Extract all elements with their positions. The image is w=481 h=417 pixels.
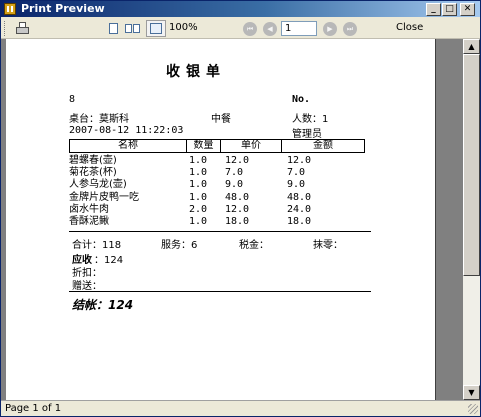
item-qty: 1.0 xyxy=(189,216,208,227)
column-amount-header: 金额 xyxy=(313,140,333,151)
item-name: 卤水牛肉 xyxy=(69,203,109,215)
status-bar: Page 1 of 1 xyxy=(1,400,480,416)
service-label: 服务：6 xyxy=(161,240,198,251)
column-price-header: 单价 xyxy=(241,140,261,151)
item-row: 碧螺春(壶) 1.0 12.0 12.0 xyxy=(6,155,436,167)
last-page-button[interactable]: ⏭ xyxy=(343,22,357,36)
item-price: 18.0 xyxy=(225,216,250,227)
item-price: 12.0 xyxy=(225,203,250,215)
divider-line xyxy=(69,291,371,292)
item-price: 7.0 xyxy=(225,167,244,179)
meal-label: 中餐 xyxy=(211,114,231,125)
item-amount: 24.0 xyxy=(287,203,312,215)
vertical-scrollbar[interactable]: ▲ ▼ xyxy=(463,39,480,400)
item-amount: 18.0 xyxy=(287,216,312,227)
minimize-button[interactable]: _ xyxy=(426,3,441,16)
preview-area: 收银单 8 No. 桌台：莫斯科 中餐 人数：1 2007-08-12 11:2… xyxy=(1,39,463,400)
first-page-button[interactable]: ⏮ xyxy=(243,22,257,36)
print-button[interactable] xyxy=(12,20,32,37)
page-number-input[interactable]: 1 xyxy=(281,21,317,36)
toolbar-grip[interactable] xyxy=(4,21,6,36)
divider-line xyxy=(69,231,371,232)
item-name: 菊花茶(杯) xyxy=(69,167,117,179)
title-bar: Print Preview _ □ ✕ xyxy=(1,1,480,17)
preview-page: 收银单 8 No. 桌台：莫斯科 中餐 人数：1 2007-08-12 11:2… xyxy=(6,39,436,400)
scroll-up-button[interactable]: ▲ xyxy=(463,39,480,54)
receipt-datetime: 2007-08-12 11:22:03 xyxy=(69,125,184,136)
gift-label: 赠送： xyxy=(72,281,102,292)
operator-label: 管理员 xyxy=(292,129,322,140)
close-window-button[interactable]: ✕ xyxy=(460,3,475,16)
rounding-label: 抹零： xyxy=(313,240,343,251)
item-price: 48.0 xyxy=(225,191,250,203)
zoom-level[interactable]: 100% xyxy=(169,22,198,33)
toolbar: 100% ⏮ ◀ 1 ▶ ⏭ Close xyxy=(1,18,480,39)
table-label: 桌台：莫斯科 xyxy=(69,114,129,125)
four-pages-button[interactable] xyxy=(146,20,166,37)
settled-total: 结帐：124 xyxy=(72,298,134,312)
subtotal-label: 合计：118 xyxy=(72,240,122,251)
close-button[interactable]: Close xyxy=(396,22,423,33)
item-qty: 1.0 xyxy=(189,155,208,166)
window-title: Print Preview xyxy=(21,2,105,15)
item-qty: 2.0 xyxy=(189,203,208,215)
number-label: No. xyxy=(292,94,311,105)
page-info: Page 1 of 1 xyxy=(5,403,62,414)
column-name-header: 名称 xyxy=(118,140,138,151)
item-price: 9.0 xyxy=(225,179,244,191)
item-row: 菊花茶(杯) 1.0 7.0 7.0 xyxy=(6,167,436,179)
item-row: 卤水牛肉 2.0 12.0 24.0 xyxy=(6,204,436,216)
item-row: 人参乌龙(壶) 1.0 9.0 9.0 xyxy=(6,179,436,191)
next-page-button[interactable]: ▶ xyxy=(323,22,337,36)
item-amount: 12.0 xyxy=(287,155,312,166)
item-row: 香酥泥鳅 1.0 18.0 18.0 xyxy=(6,216,436,228)
item-row: 金牌片皮鸭一吃 1.0 48.0 48.0 xyxy=(6,192,436,204)
item-qty: 1.0 xyxy=(189,167,208,179)
item-name: 香酥泥鳅 xyxy=(69,216,109,227)
resize-grip[interactable] xyxy=(468,404,478,414)
item-amount: 7.0 xyxy=(287,167,306,179)
two-pages-button[interactable] xyxy=(123,20,141,37)
app-icon xyxy=(4,3,16,15)
one-page-button[interactable] xyxy=(104,20,122,37)
column-qty-header: 数量 xyxy=(193,140,214,151)
item-amount: 9.0 xyxy=(287,179,306,191)
receipt-number: 8 xyxy=(69,94,76,105)
receipt-title: 收银单 xyxy=(166,64,226,80)
scroll-down-button[interactable]: ▼ xyxy=(463,385,480,400)
items-table-header: 名称 数量 单价 金额 xyxy=(69,139,365,153)
item-amount: 48.0 xyxy=(287,191,312,203)
item-qty: 1.0 xyxy=(189,191,208,203)
item-price: 12.0 xyxy=(225,155,250,166)
maximize-button[interactable]: □ xyxy=(442,3,457,16)
tax-label: 税金： xyxy=(239,240,269,251)
print-preview-window: Print Preview _ □ ✕ 100% ⏮ ◀ 1 ▶ ⏭ Close… xyxy=(0,0,481,417)
item-name: 人参乌龙(壶) xyxy=(69,179,127,191)
previous-page-button[interactable]: ◀ xyxy=(263,22,277,36)
item-name: 碧螺春(壶) xyxy=(69,155,117,166)
item-name: 金牌片皮鸭一吃 xyxy=(69,191,139,203)
guests-label: 人数：1 xyxy=(292,114,329,125)
item-qty: 1.0 xyxy=(189,179,208,191)
scroll-thumb[interactable] xyxy=(463,54,480,276)
